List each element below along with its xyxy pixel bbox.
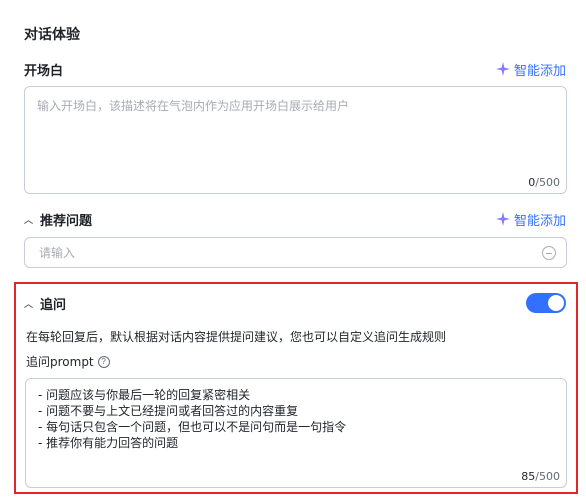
recommend-smart-add-label: 智能添加 [513,213,566,229]
recommend-input[interactable]: 请输入 [24,237,567,268]
prompt-line: - 每句话只包含一个问题，但也可以不是问句而是一句指令 [38,420,347,434]
chevron-up-icon: ︿ [24,299,34,310]
followup-prompt-textarea[interactable]: - 问题应该与你最后一轮的回复紧密相关 - 问题不要与上文已经提问或者回答过的内… [25,378,567,488]
prompt-line: - 问题不要与上文已经提问或者回答过的内容重复 [38,404,299,418]
opening-textarea[interactable]: 输入开场白，该描述将在气泡内作为应用开场白展示给用户 0/500 [24,86,567,194]
followup-label: 追问 [40,297,67,313]
recommend-toggle[interactable]: ︿ 推荐问题 [24,210,92,229]
recommend-label: 推荐问题 [40,213,93,229]
section-title: 对话体验 [24,27,80,43]
followup-collapse[interactable]: ︿ 追问 [24,294,66,313]
opening-counter: 0/500 [528,176,560,189]
followup-panel: ︿ 追问 在每轮回复后，默认根据对话内容提供提问建议，您也可以自定义追问生成规则… [14,282,578,494]
recommend-header: ︿ 推荐问题 智能添加 [24,209,566,229]
opening-header: 开场白 智能添加 [24,59,566,79]
minus-circle-icon[interactable] [542,245,556,260]
followup-header: ︿ 追问 [24,293,66,313]
opening-placeholder: 输入开场白，该描述将在气泡内作为应用开场白展示给用户 [37,99,350,113]
opening-label: 开场白 [24,63,64,79]
question-circle-icon[interactable]: ? [97,355,110,368]
followup-counter: 85/500 [521,470,560,483]
opening-smart-add-label: 智能添加 [513,63,566,79]
prompt-line: - 问题应该与你最后一轮的回复紧密相关 [38,388,251,402]
chevron-up-icon: ︿ [24,215,34,226]
opening-smart-add-button[interactable]: 智能添加 [495,60,566,79]
toggle-knob [548,295,564,311]
sparkle-icon [495,62,510,76]
sparkle-icon [495,212,510,226]
prompt-line: - 推荐你有能力回答的问题 [38,436,179,450]
followup-prompt-label: 追问prompt ? [26,353,110,370]
followup-description: 在每轮回复后，默认根据对话内容提供提问建议，您也可以自定义追问生成规则 [26,330,447,344]
followup-toggle[interactable] [526,293,566,313]
prompt-lines: - 问题应该与你最后一轮的回复紧密相关 - 问题不要与上文已经提问或者回答过的内… [38,387,346,451]
recommend-placeholder: 请输入 [39,246,76,260]
recommend-smart-add-button[interactable]: 智能添加 [495,210,566,229]
